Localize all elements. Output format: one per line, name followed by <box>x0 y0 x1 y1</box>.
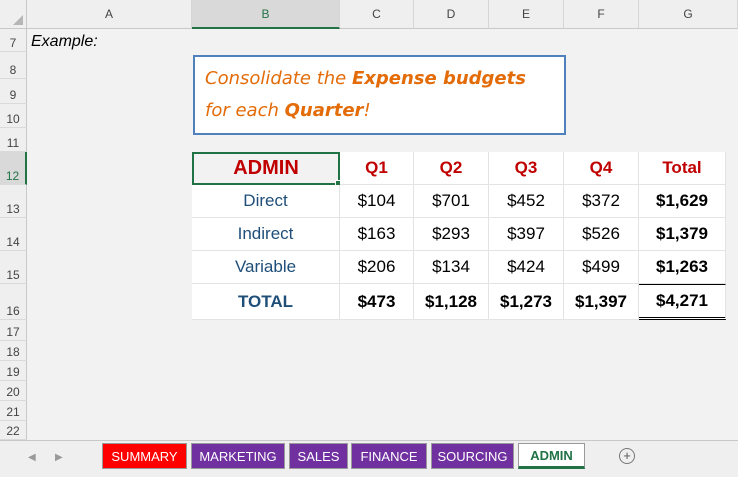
note-text-3: ! <box>363 100 371 121</box>
tab-summary[interactable]: SUMMARY <box>102 443 187 469</box>
row-header-19[interactable]: 19 <box>0 361 27 381</box>
note-bold-1: Expense budgets <box>351 68 526 89</box>
instruction-textbox[interactable]: Consolidate the Expense budgets for each… <box>193 55 566 135</box>
row-header-10[interactable]: 10 <box>0 104 27 128</box>
row-label-total[interactable]: TOTAL <box>192 284 340 320</box>
select-all-corner[interactable] <box>0 0 27 29</box>
header-q2[interactable]: Q2 <box>414 152 489 185</box>
row-total-cell[interactable]: $1,379 <box>639 218 726 251</box>
row-header-18[interactable]: 18 <box>0 341 27 361</box>
table-cell[interactable]: $163 <box>340 218 414 251</box>
tab-admin[interactable]: ADMIN <box>518 443 585 469</box>
header-total[interactable]: Total <box>639 152 726 185</box>
row-label-variable[interactable]: Variable <box>192 251 340 284</box>
column-header-c[interactable]: C <box>340 0 414 29</box>
tab-sales[interactable]: SALES <box>289 443 348 469</box>
scroll-right-icon[interactable]: ▶ <box>55 452 63 463</box>
column-header-f[interactable]: F <box>564 0 639 29</box>
table-cell[interactable]: $701 <box>414 185 489 218</box>
sheet-tab-bar: ◀ ▶ SUMMARY MARKETING SALES FINANCE SOUR… <box>0 440 738 477</box>
table-cell[interactable]: $424 <box>489 251 564 284</box>
column-header-e[interactable]: E <box>489 0 564 29</box>
example-label: Example: <box>31 33 98 50</box>
row-header-15[interactable]: 15 <box>0 251 27 284</box>
table-cell[interactable]: $452 <box>489 185 564 218</box>
note-text-1: Consolidate the <box>205 68 352 89</box>
column-total-cell[interactable]: $1,273 <box>489 284 564 320</box>
scroll-left-icon[interactable]: ◀ <box>28 452 36 463</box>
table-cell[interactable]: $526 <box>564 218 639 251</box>
table-cell[interactable]: $293 <box>414 218 489 251</box>
row-total-cell[interactable]: $1,263 <box>639 251 726 284</box>
header-q3[interactable]: Q3 <box>489 152 564 185</box>
table-cell[interactable]: $206 <box>340 251 414 284</box>
row-header-12[interactable]: 12 <box>0 152 27 185</box>
table-cell[interactable]: $134 <box>414 251 489 284</box>
spreadsheet-grid[interactable]: A B C D E F G 7 8 9 10 11 12 13 14 15 16… <box>0 0 738 440</box>
table-cell[interactable]: $397 <box>489 218 564 251</box>
header-q4[interactable]: Q4 <box>564 152 639 185</box>
row-total-cell[interactable]: $1,629 <box>639 185 726 218</box>
note-text-2: for each <box>205 100 285 121</box>
row-header-22[interactable]: 22 <box>0 421 27 440</box>
row-header-13[interactable]: 13 <box>0 185 27 218</box>
column-total-cell[interactable]: $1,397 <box>564 284 639 320</box>
row-header-7[interactable]: 7 <box>0 29 27 52</box>
row-header-11[interactable]: 11 <box>0 128 27 152</box>
column-total-cell[interactable]: $1,128 <box>414 284 489 320</box>
note-bold-2: Quarter <box>284 100 364 121</box>
header-q1[interactable]: Q1 <box>340 152 414 185</box>
tab-sourcing[interactable]: SOURCING <box>431 443 514 469</box>
row-header-17[interactable]: 17 <box>0 320 27 341</box>
plus-icon[interactable]: + <box>619 448 635 464</box>
row-label-direct[interactable]: Direct <box>192 185 340 218</box>
row-header-8[interactable]: 8 <box>0 52 27 79</box>
tab-finance[interactable]: FINANCE <box>351 443 427 469</box>
table-cell[interactable]: $499 <box>564 251 639 284</box>
row-header-21[interactable]: 21 <box>0 401 27 421</box>
cell-b12-admin[interactable]: ADMIN <box>192 152 342 187</box>
row-header-14[interactable]: 14 <box>0 218 27 251</box>
column-total-cell[interactable]: $473 <box>340 284 414 320</box>
column-header-g[interactable]: G <box>639 0 738 29</box>
row-header-20[interactable]: 20 <box>0 381 27 401</box>
row-header-9[interactable]: 9 <box>0 79 27 104</box>
column-header-a[interactable]: A <box>27 0 192 29</box>
table-cell[interactable]: $372 <box>564 185 639 218</box>
grand-total-cell[interactable]: $4,271 <box>639 284 726 320</box>
tab-marketing[interactable]: MARKETING <box>191 443 285 469</box>
table-cell[interactable]: $104 <box>340 185 414 218</box>
column-header-d[interactable]: D <box>414 0 489 29</box>
row-label-indirect[interactable]: Indirect <box>192 218 340 251</box>
column-header-b[interactable]: B <box>192 0 340 29</box>
row-header-16[interactable]: 16 <box>0 284 27 320</box>
